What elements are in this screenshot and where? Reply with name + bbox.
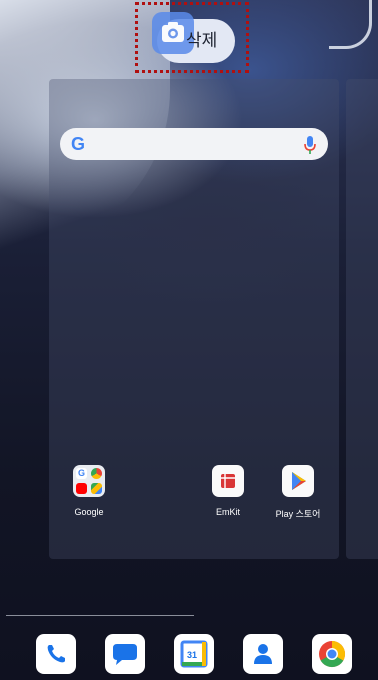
contacts-icon[interactable] xyxy=(243,634,283,674)
messages-icon[interactable] xyxy=(105,634,145,674)
emkit-icon xyxy=(212,465,244,497)
drive-mini-icon xyxy=(91,483,102,494)
google-folder[interactable]: G Google xyxy=(54,465,124,517)
calendar-day: 31 xyxy=(187,650,197,660)
highlight-box xyxy=(135,2,249,73)
google-search-bar[interactable] xyxy=(60,128,328,160)
folder-icon: G xyxy=(73,465,105,497)
app-label-emkit: EmKit xyxy=(215,507,240,517)
app-play-store[interactable]: Play 스토어 xyxy=(263,465,333,520)
play-store-icon xyxy=(282,465,314,497)
chrome-mini-icon xyxy=(91,468,102,479)
mic-icon[interactable] xyxy=(303,135,317,155)
phone-icon[interactable] xyxy=(36,634,76,674)
next-page-preview[interactable] xyxy=(346,79,378,559)
app-label-google: Google xyxy=(74,507,104,517)
app-label-play-store: Play 스토어 xyxy=(275,509,321,519)
youtube-mini-icon xyxy=(76,483,87,494)
page-indicator-line xyxy=(6,615,194,616)
chrome-icon[interactable] xyxy=(312,634,352,674)
calendar-icon[interactable]: 31 xyxy=(174,634,214,674)
app-emkit[interactable]: EmKit xyxy=(193,465,263,517)
google-logo-icon: G xyxy=(70,134,85,154)
google-app-icon: G xyxy=(76,468,87,479)
